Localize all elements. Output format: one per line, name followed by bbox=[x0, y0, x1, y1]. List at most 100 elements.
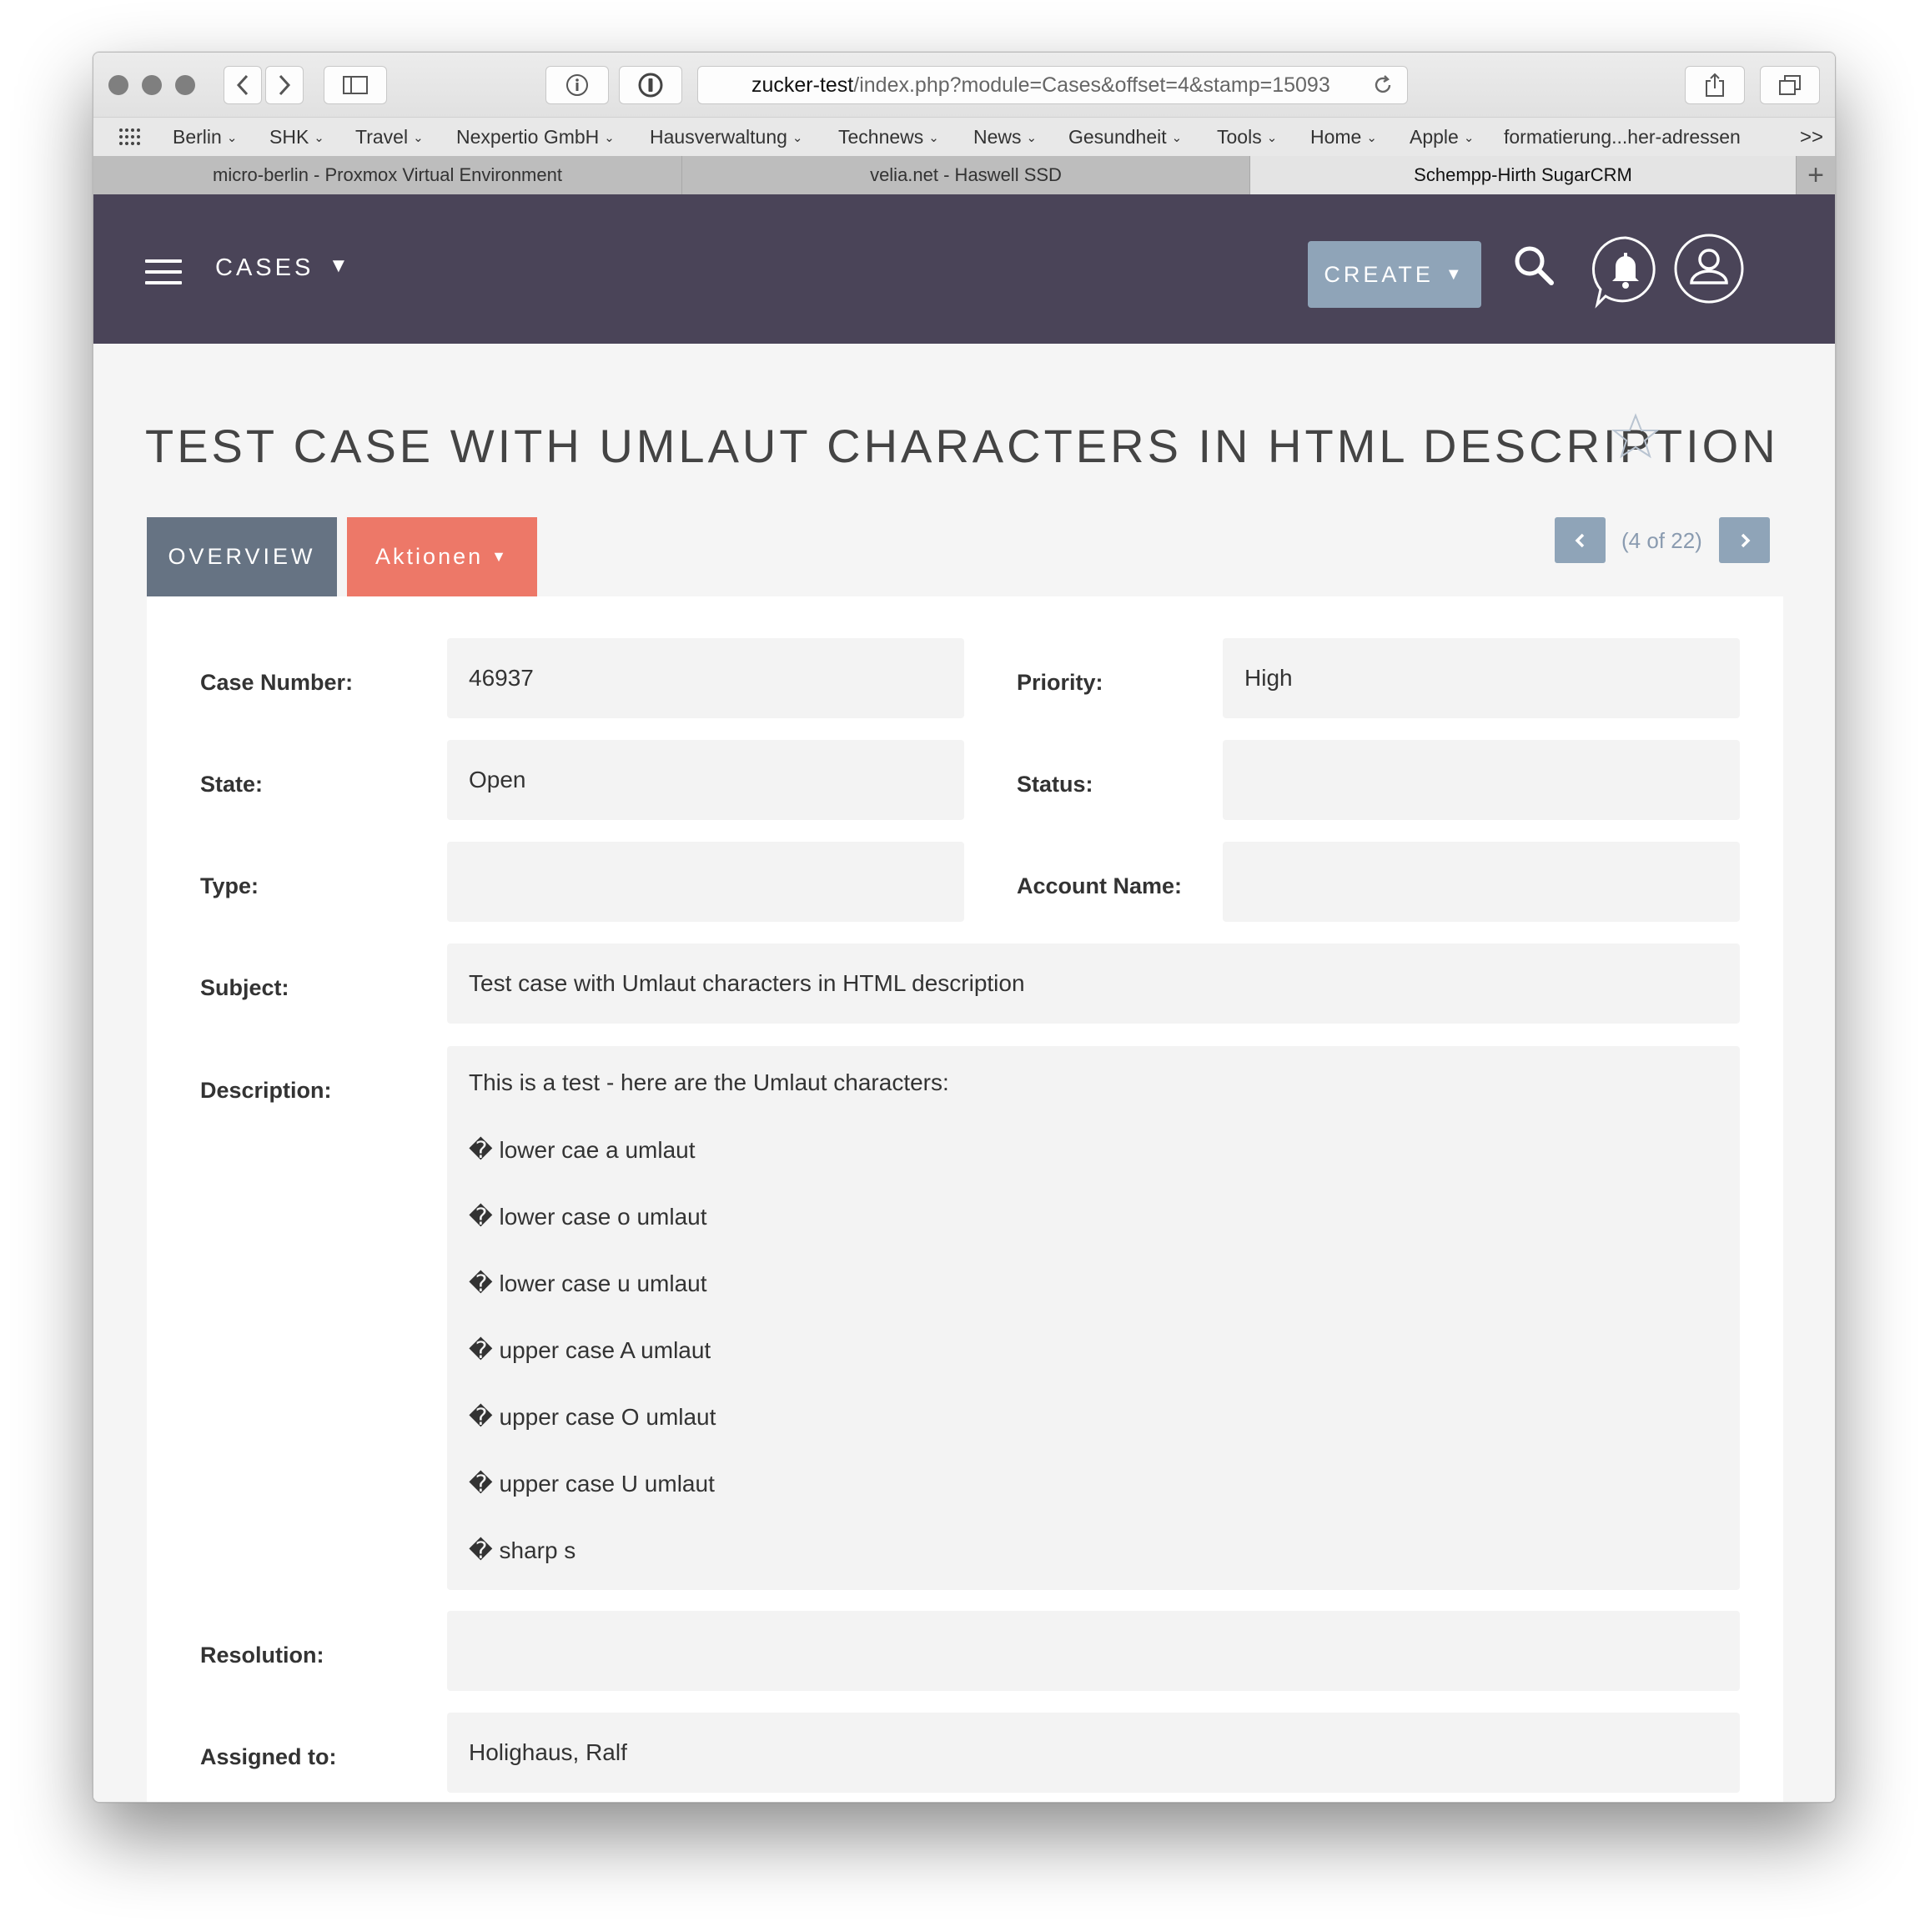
type-label: Type: bbox=[200, 873, 259, 898]
description-line: This is a test - here are the Umlaut cha… bbox=[469, 1069, 949, 1095]
bookmarks-overflow-button[interactable]: >> bbox=[1800, 126, 1823, 149]
bookmark-tools[interactable]: Tools ⌄ bbox=[1217, 126, 1277, 148]
user-profile-icon[interactable] bbox=[1673, 233, 1745, 304]
password-manager-button[interactable] bbox=[619, 66, 682, 104]
bookmark-news[interactable]: News ⌄ bbox=[973, 126, 1037, 148]
description-line: � upper case A umlaut bbox=[469, 1337, 711, 1363]
notifications-bell-icon[interactable] bbox=[1591, 234, 1661, 309]
tab-overview[interactable]: OVERVIEW bbox=[147, 517, 337, 596]
overview-panel: Case Number: 46937 Priority: High State:… bbox=[147, 596, 1783, 1802]
address-bar[interactable]: zucker-test/index.php?module=Cases&offse… bbox=[697, 66, 1408, 104]
priority-value: High bbox=[1223, 638, 1740, 718]
description-line: � lower case o umlaut bbox=[469, 1204, 707, 1230]
chevron-down-icon: ⌄ bbox=[226, 131, 238, 145]
description-line: � upper case U umlaut bbox=[469, 1471, 715, 1497]
resolution-value bbox=[447, 1611, 1740, 1691]
previous-record-button[interactable] bbox=[1555, 517, 1606, 563]
url-path: /index.php?module=Cases&offset=4&stamp=1… bbox=[853, 73, 1330, 97]
state-label: State: bbox=[200, 772, 264, 797]
reload-icon[interactable] bbox=[1372, 74, 1394, 96]
browser-tab-sugarcrm[interactable]: Schempp-Hirth SugarCRM bbox=[1250, 156, 1797, 194]
app-header: CASES ▼ CREATE ▼ bbox=[93, 194, 1835, 344]
minimize-window-button[interactable] bbox=[142, 75, 162, 95]
bookmark-gesundheit[interactable]: Gesundheit ⌄ bbox=[1068, 126, 1182, 148]
chevron-down-icon: ⌄ bbox=[1266, 131, 1278, 145]
case-number-value: 46937 bbox=[447, 638, 964, 718]
module-name[interactable]: CASES bbox=[215, 254, 314, 282]
chevron-right-icon bbox=[1741, 533, 1750, 547]
browser-tab-velia[interactable]: velia.net - Haswell SSD bbox=[682, 156, 1250, 194]
url-host: zucker-test bbox=[751, 73, 854, 97]
status-value bbox=[1223, 740, 1740, 820]
chevron-down-icon: ⌄ bbox=[314, 131, 324, 145]
close-window-button[interactable] bbox=[108, 75, 128, 95]
description-label: Description: bbox=[200, 1078, 332, 1103]
chevron-down-icon: ⌄ bbox=[1171, 131, 1183, 145]
chevron-down-icon: ⌄ bbox=[1463, 131, 1475, 145]
apps-grid-icon[interactable] bbox=[118, 127, 142, 147]
pager-position: (4 of 22) bbox=[1621, 528, 1702, 553]
chevron-left-icon bbox=[236, 74, 249, 96]
resolution-label: Resolution: bbox=[200, 1643, 324, 1668]
new-tab-button[interactable]: + bbox=[1797, 156, 1835, 194]
case-number-label: Case Number: bbox=[200, 670, 354, 695]
page-title: TEST CASE WITH UMLAUT CHARACTERS IN HTML… bbox=[145, 420, 1779, 472]
tab-overview-button[interactable] bbox=[1760, 66, 1820, 104]
menu-icon[interactable] bbox=[145, 259, 182, 284]
browser-toolbar: zucker-test/index.php?module=Cases&offse… bbox=[93, 53, 1835, 117]
browser-window: zucker-test/index.php?module=Cases&offse… bbox=[93, 52, 1836, 1803]
actions-dropdown[interactable]: Aktionen ▼ bbox=[347, 517, 537, 596]
description-line: � lower case u umlaut bbox=[469, 1270, 707, 1296]
share-icon bbox=[1706, 73, 1724, 97]
caret-down-icon: ▼ bbox=[491, 548, 509, 565]
bookmark-technews[interactable]: Technews ⌄ bbox=[838, 126, 939, 148]
search-icon[interactable] bbox=[1511, 243, 1558, 289]
share-button[interactable] bbox=[1685, 66, 1745, 104]
tabs-icon bbox=[1779, 75, 1801, 95]
bookmark-nexpertio[interactable]: Nexpertio GmbH ⌄ bbox=[456, 126, 615, 148]
chevron-down-icon: ⌄ bbox=[604, 131, 615, 145]
site-info-button[interactable] bbox=[545, 66, 609, 104]
zoom-window-button[interactable] bbox=[175, 75, 195, 95]
description-value: This is a test - here are the Umlaut cha… bbox=[447, 1046, 1740, 1590]
info-icon bbox=[566, 74, 588, 96]
browser-tab-bar: micro-berlin - Proxmox Virtual Environme… bbox=[93, 156, 1835, 194]
assigned-to-value: Holighaus, Ralf bbox=[447, 1713, 1740, 1793]
state-value: Open bbox=[447, 740, 964, 820]
detail-view: TEST CASE WITH UMLAUT CHARACTERS IN HTML… bbox=[93, 344, 1835, 1802]
chevron-down-icon: ⌄ bbox=[1366, 131, 1377, 145]
chevron-down-icon: ⌄ bbox=[413, 131, 424, 145]
bookmark-shk[interactable]: SHK ⌄ bbox=[269, 126, 324, 148]
status-label: Status: bbox=[1017, 772, 1093, 797]
bookmarks-bar: Berlin ⌄ SHK ⌄ Travel ⌄ Nexpertio GmbH ⌄ Hau… bbox=[93, 117, 1835, 157]
assigned-to-label: Assigned to: bbox=[200, 1744, 337, 1769]
bookmark-hausverwaltung[interactable]: Hausverwaltung ⌄ bbox=[650, 126, 803, 148]
description-line: � sharp s bbox=[469, 1537, 576, 1563]
type-value bbox=[447, 842, 964, 922]
description-line: � lower cae a umlaut bbox=[469, 1137, 696, 1163]
bookmark-home[interactable]: Home ⌄ bbox=[1310, 126, 1377, 148]
next-record-button[interactable] bbox=[1719, 517, 1770, 563]
priority-label: Priority: bbox=[1017, 670, 1103, 695]
password-icon bbox=[638, 73, 663, 98]
create-button[interactable]: CREATE ▼ bbox=[1308, 241, 1481, 308]
browser-tab-proxmox[interactable]: micro-berlin - Proxmox Virtual Environme… bbox=[93, 156, 682, 194]
subject-label: Subject: bbox=[200, 975, 289, 1000]
favorite-star-icon[interactable] bbox=[1611, 413, 1660, 460]
chevron-left-icon bbox=[1575, 533, 1584, 547]
back-button[interactable] bbox=[224, 66, 262, 104]
account-name-value[interactable] bbox=[1223, 842, 1740, 922]
chevron-down-icon: ⌄ bbox=[1026, 131, 1038, 145]
module-dropdown-icon[interactable]: ▼ bbox=[329, 254, 349, 278]
bookmark-berlin[interactable]: Berlin ⌄ bbox=[173, 126, 237, 148]
account-name-label: Account Name: bbox=[1017, 873, 1183, 898]
caret-down-icon: ▼ bbox=[1445, 264, 1465, 284]
bookmark-formatierung[interactable]: formatierung...her-adressen bbox=[1504, 126, 1741, 148]
bookmark-apple[interactable]: Apple ⌄ bbox=[1410, 126, 1474, 148]
chevron-down-icon: ⌄ bbox=[792, 131, 803, 145]
description-line: � upper case O umlaut bbox=[469, 1404, 716, 1430]
forward-button[interactable] bbox=[265, 66, 304, 104]
bookmark-travel[interactable]: Travel ⌄ bbox=[355, 126, 424, 148]
sidebar-toggle-button[interactable] bbox=[324, 66, 387, 104]
chevron-right-icon bbox=[279, 74, 291, 96]
